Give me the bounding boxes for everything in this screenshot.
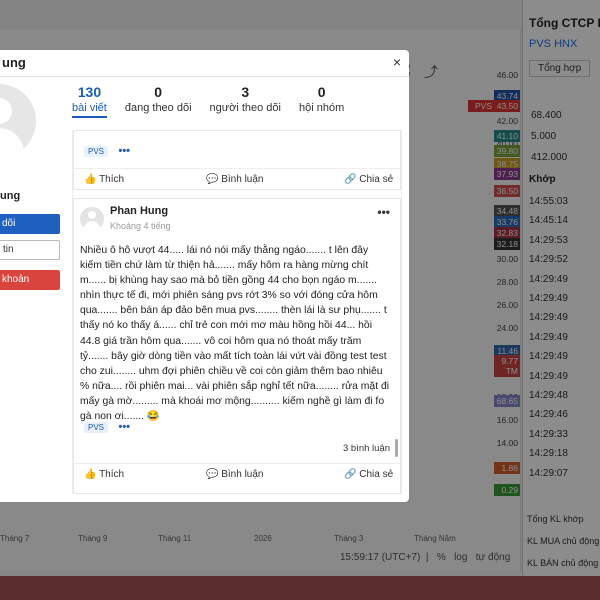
comment-button[interactable]: 💬 Bình luận xyxy=(206,174,264,185)
follow-button[interactable]: dõi xyxy=(0,214,60,234)
comment-count[interactable]: 3 bình luận xyxy=(343,443,390,454)
share-label: Chia sẻ xyxy=(359,174,394,185)
like-label: Thích xyxy=(99,174,125,185)
post-time: Khoảng 4 tiếng xyxy=(110,221,171,231)
stat-number: 130 xyxy=(77,84,102,100)
tab-following[interactable]: 0 đang theo dõi xyxy=(125,84,192,118)
comment-label: Bình luận xyxy=(221,174,264,185)
dialog-header: ung × xyxy=(0,50,409,77)
like-label: Thích xyxy=(99,469,125,480)
post-text: Nhiều ô hô vượt 44..... lái nó nói mấy t… xyxy=(80,245,390,423)
message-button[interactable]: tin xyxy=(0,240,60,260)
profile-dialog: ung × ung dõi tin khoản 130 bài viết 0 đ… xyxy=(0,50,409,502)
taskbar-strip xyxy=(0,576,600,600)
tab-groups[interactable]: 0 hội nhóm xyxy=(299,84,344,118)
stat-number: 0 xyxy=(154,84,163,100)
close-icon[interactable]: × xyxy=(393,54,401,70)
post-content: Nhiều ô hô vượt 44..... lái nó nói mấy t… xyxy=(80,243,390,424)
profile-stats: 130 bài viết 0 đang theo dõi 3 người the… xyxy=(72,84,362,118)
stat-label: đang theo dõi xyxy=(124,102,192,114)
dialog-title: ung xyxy=(2,55,26,70)
tab-followers[interactable]: 3 người theo dõi xyxy=(210,84,281,118)
more-tags-icon[interactable]: ••• xyxy=(118,145,130,157)
like-button[interactable]: 👍 Thích xyxy=(84,469,124,480)
stat-number: 0 xyxy=(317,84,326,100)
post-actions: 👍 Thích 💬 Bình luận 🔗 Chia sẻ xyxy=(74,463,400,486)
account-button[interactable]: khoản xyxy=(0,270,60,290)
stat-label: người theo dõi xyxy=(209,102,281,114)
more-tags-icon[interactable]: ••• xyxy=(118,421,130,433)
author-avatar[interactable] xyxy=(80,207,104,231)
more-options-icon[interactable]: ••• xyxy=(377,205,390,219)
feed-scrollbar[interactable] xyxy=(395,439,398,457)
comment-button[interactable]: 💬 Bình luận xyxy=(206,469,264,480)
post-card: PVS ••• 👍 Thích 💬 Bình luận 🔗 Chia sẻ xyxy=(73,130,401,190)
tab-posts[interactable]: 130 bài viết xyxy=(72,84,107,118)
laughing-emoji-icon: 😂 xyxy=(146,411,160,423)
comment-label: Bình luận xyxy=(221,469,264,480)
stat-label: hội nhóm xyxy=(299,102,345,114)
share-label: Chia sẻ xyxy=(359,469,394,480)
stock-tag[interactable]: PVS xyxy=(84,146,109,157)
stat-number: 3 xyxy=(241,84,250,100)
like-button[interactable]: 👍 Thích xyxy=(84,174,124,185)
profile-name: ung xyxy=(0,190,21,202)
stat-label: bài viết xyxy=(72,102,107,118)
share-button[interactable]: 🔗 Chia sẻ xyxy=(344,469,393,480)
profile-avatar xyxy=(0,84,36,158)
post-actions: 👍 Thích 💬 Bình luận 🔗 Chia sẻ xyxy=(74,168,400,191)
stock-tag[interactable]: PVS xyxy=(84,422,109,433)
post-card: Phan Hung Khoảng 4 tiếng ••• Nhiều ô hô … xyxy=(73,198,401,494)
post-feed[interactable]: PVS ••• 👍 Thích 💬 Bình luận 🔗 Chia sẻ Ph… xyxy=(72,130,402,494)
author-name[interactable]: Phan Hung xyxy=(110,205,168,217)
share-button[interactable]: 🔗 Chia sẻ xyxy=(344,174,393,185)
